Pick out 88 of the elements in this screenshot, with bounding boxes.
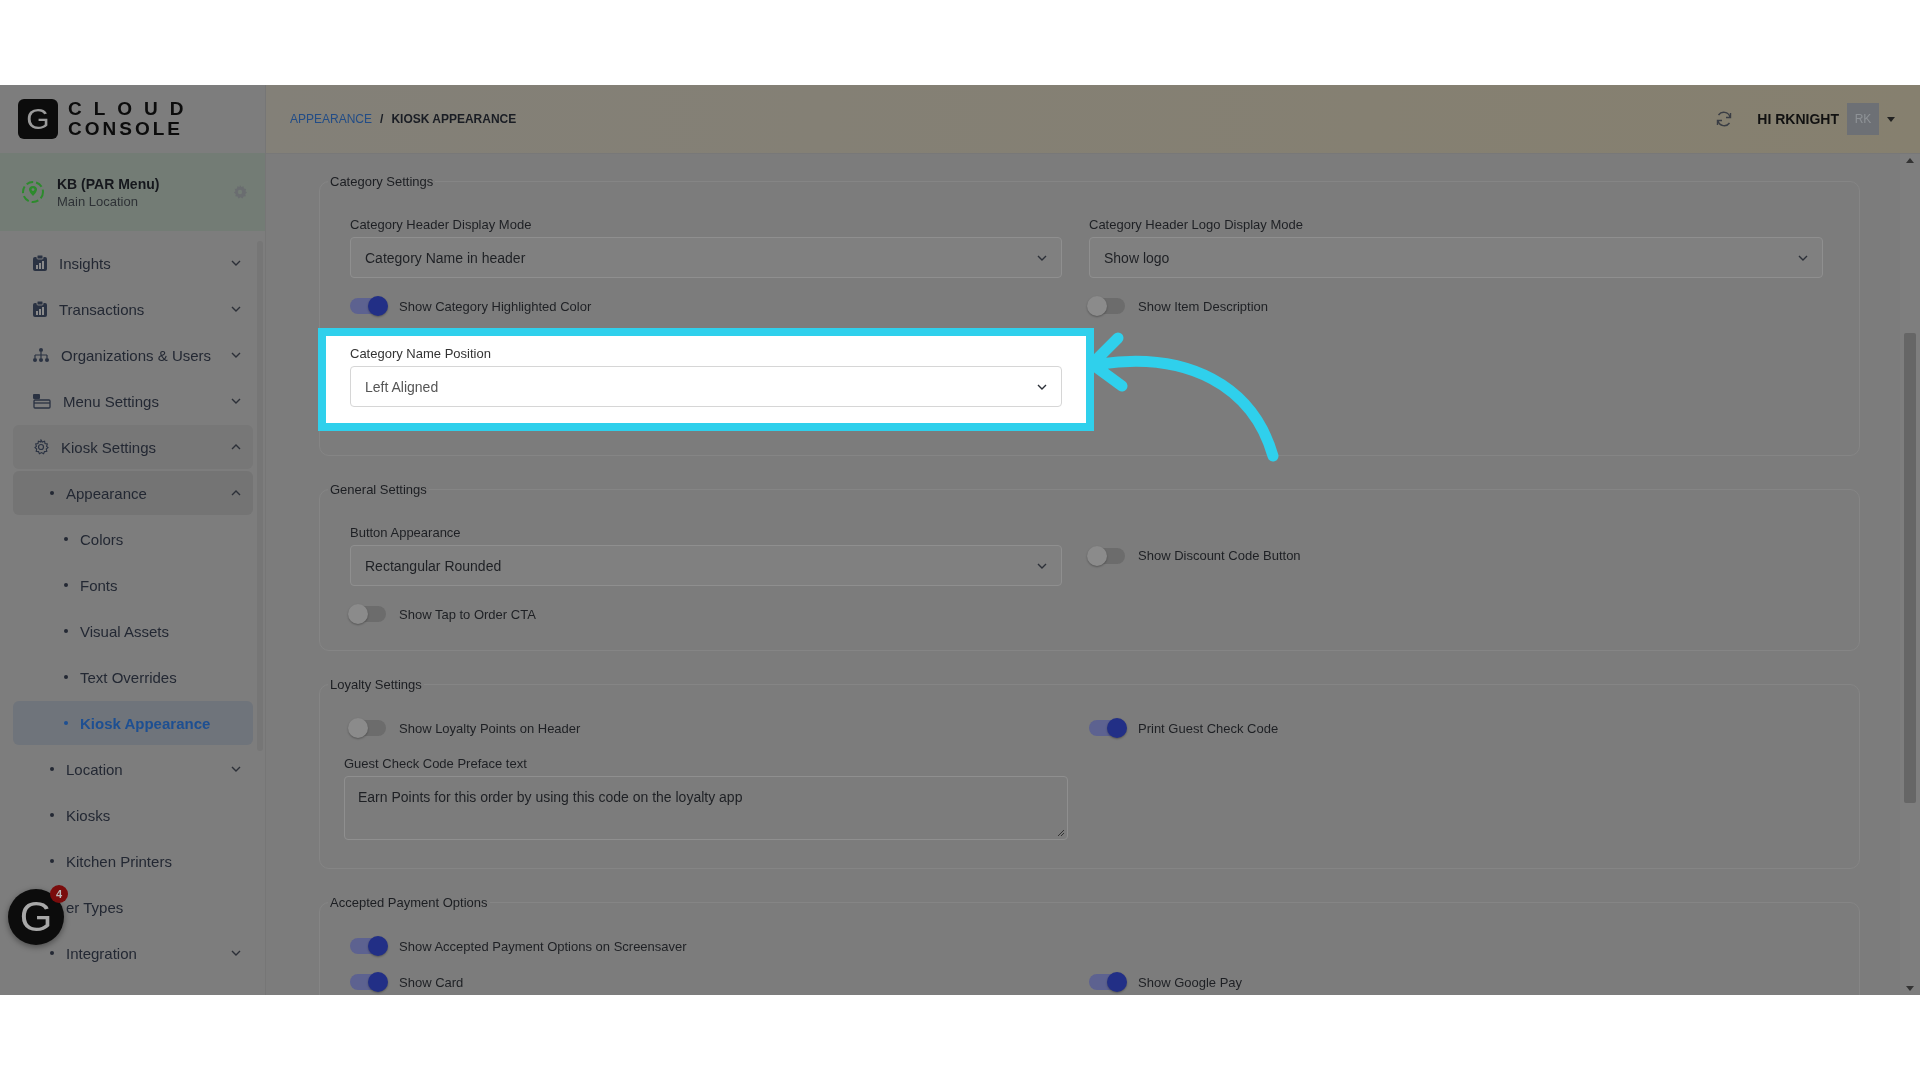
sidebar-item[interactable]: er Types (66, 885, 241, 929)
bullet-icon (50, 767, 54, 771)
location-subtitle: Main Location (57, 193, 139, 209)
toggle-label: Show Accepted Payment Options on Screensaver (399, 938, 687, 954)
toggle-switch[interactable] (350, 720, 386, 736)
breadcrumb-link[interactable]: APPEARANCE (290, 112, 373, 126)
bullet-icon (64, 721, 68, 725)
toggle-switch[interactable] (350, 298, 386, 314)
field-label: Category Header Logo Display Mode (1089, 217, 1304, 232)
chevron-down-icon (1037, 562, 1047, 569)
location-pin-icon (21, 180, 45, 204)
section-title: Accepted Payment Options (329, 895, 489, 910)
brand-name: CONSOLE (68, 119, 184, 139)
toggle-label: Show Discount Code Button (1138, 548, 1301, 563)
select-field[interactable]: Show logo (1089, 237, 1823, 278)
sidebar-item[interactable]: Insights (33, 241, 241, 285)
toggle-switch[interactable] (1089, 974, 1125, 990)
chevron-down-icon (231, 398, 241, 404)
bullet-icon (64, 583, 68, 587)
chevron-down-icon (231, 766, 241, 772)
toggle-label: Show Tap to Order CTA (399, 606, 536, 622)
bullet-icon (50, 951, 54, 955)
gear-icon (33, 439, 49, 455)
select-field[interactable]: Left Aligned (350, 366, 1062, 407)
toggle-label: Print Guest Check Code (1138, 720, 1279, 736)
clipboard-chart-icon (33, 255, 47, 271)
field-label: Category Name Position (350, 346, 492, 361)
location-name: KB (PAR Menu) (57, 175, 161, 192)
chevron-down-icon (1037, 383, 1047, 390)
sidebar-item[interactable]: Text Overrides (80, 655, 241, 699)
card-list-icon (33, 393, 51, 409)
section-title: Loyalty Settings (329, 677, 423, 692)
sidebar-item[interactable]: Fonts (80, 563, 241, 607)
breadcrumb-separator: / (380, 112, 384, 126)
clipboard-chart-icon (33, 301, 47, 317)
chevron-down-icon (231, 950, 241, 956)
bullet-icon (50, 859, 54, 863)
select-field[interactable]: Category Name in header (350, 237, 1062, 278)
sidebar-item[interactable]: Visual Assets (80, 609, 241, 653)
notification-badge: 4 (50, 885, 68, 903)
chevron-up-icon (231, 444, 241, 450)
toggle-switch[interactable] (350, 938, 386, 954)
breadcrumb-current: KIOSK APPEARANCE (391, 112, 517, 126)
scroll-down-icon[interactable] (1906, 986, 1914, 991)
resize-grip-icon (1057, 829, 1065, 837)
brand-name: CLOUD (68, 99, 196, 119)
chevron-down-icon (1037, 254, 1047, 261)
chevron-down-icon (231, 352, 241, 358)
chevron-down-icon (1798, 254, 1808, 261)
toggle-switch[interactable] (1089, 298, 1125, 314)
sidebar-item[interactable]: Menu Settings (33, 379, 241, 423)
scroll-up-icon[interactable] (1906, 158, 1914, 163)
sidebar-item[interactable]: Integration (66, 931, 241, 975)
toggle-label: Show Loyalty Points on Header (399, 720, 581, 736)
logo-tile: G (18, 99, 58, 139)
caret-icon[interactable] (1887, 116, 1895, 122)
field-label: Button Appearance (350, 525, 462, 540)
toggle-switch[interactable] (1089, 547, 1125, 564)
text-area[interactable]: Earn Points for this order by using this code on the loyalty app (344, 776, 1068, 840)
sitemap-icon (33, 348, 49, 362)
sidebar-item[interactable]: Colors (80, 517, 241, 561)
field-label: Guest Check Code Preface text (344, 756, 528, 771)
toggle-label: Show Item Description (1138, 298, 1269, 314)
toggle-switch[interactable] (1089, 720, 1125, 736)
toggle-label: Show Category Highlighted Color (399, 298, 592, 314)
field-label: Category Header Display Mode (350, 217, 533, 232)
sidebar-item[interactable]: Transactions (33, 287, 241, 331)
toggle-switch[interactable] (350, 606, 386, 622)
section-title: Category Settings (329, 174, 435, 189)
chevron-down-icon (231, 306, 241, 312)
sidebar-item[interactable]: Location (66, 747, 241, 791)
select-field[interactable]: Rectangular Rounded (350, 545, 1062, 586)
refresh-icon[interactable] (1715, 110, 1734, 128)
chevron-up-icon (231, 490, 241, 496)
toggle-switch[interactable] (350, 974, 386, 990)
toggle-label: Show Card (399, 974, 464, 990)
toggle-label: Show Google Pay (1138, 974, 1243, 990)
sidebar-item[interactable]: Kiosks (66, 793, 241, 837)
bullet-icon (64, 675, 68, 679)
chevron-down-icon (231, 260, 241, 266)
sidebar-item[interactable]: Organizations & Users (33, 333, 241, 377)
bullet-icon (64, 629, 68, 633)
user-greeting[interactable]: HI RKNIGHT (1757, 111, 1839, 127)
bullet-icon (64, 537, 68, 541)
bullet-icon (50, 491, 54, 495)
section-title: General Settings (329, 482, 428, 497)
sidebar-item[interactable]: Kitchen Printers (66, 839, 241, 883)
bullet-icon (50, 813, 54, 817)
